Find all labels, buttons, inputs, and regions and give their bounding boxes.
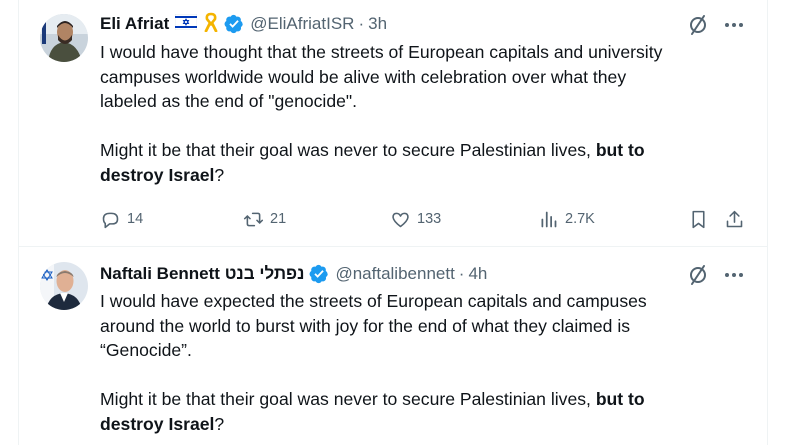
tweet-header: Eli Afriat @EliAfriatISR · 3h xyxy=(100,12,387,37)
more-icon[interactable] xyxy=(723,14,745,36)
tweet-text-bold: but to xyxy=(595,389,645,409)
avatar[interactable] xyxy=(40,14,88,62)
timeline-feed: Eli Afriat @EliAfriatISR · 3h I would ha… xyxy=(18,0,768,445)
tweet-text-segment: ? xyxy=(214,413,225,434)
tweet-text-line: labeled as the end of "genocide". xyxy=(100,91,358,111)
tweet-top-actions xyxy=(687,264,745,286)
like-count: 133 xyxy=(417,211,442,227)
tweet-text-line: I would have thought that the streets of… xyxy=(100,42,663,62)
like-icon xyxy=(392,212,409,227)
tweet-text-paragraph: Might it be that their goal was never to… xyxy=(100,138,740,163)
tweet-text: I would have thought that the streets of… xyxy=(100,40,740,187)
separator: · xyxy=(458,264,465,283)
tweet-text-bold: destroy Israel xyxy=(100,413,215,434)
avatar[interactable] xyxy=(40,262,88,310)
tweet-text-segment: Might it be that their goal was never to… xyxy=(100,140,596,160)
like-button[interactable]: 133 xyxy=(390,206,441,232)
tweet-top-actions xyxy=(687,14,745,36)
tweet-text-line: “Genocide”. xyxy=(100,340,192,360)
bookmark-button[interactable] xyxy=(688,206,715,232)
retweet-button[interactable]: 21 xyxy=(243,206,286,232)
share-button[interactable] xyxy=(724,206,751,232)
tweet-text-line: I would have expected the streets of Eur… xyxy=(100,291,647,311)
handle[interactable]: @EliAfriatISR xyxy=(250,14,354,34)
handle[interactable]: @naftalibennett xyxy=(335,264,454,284)
grok-icon[interactable] xyxy=(687,264,709,286)
tweet-actions: 14 21 133 2.7K xyxy=(100,206,760,232)
display-name[interactable]: Naftali Bennett נפתלי בנט xyxy=(100,264,304,284)
tweet-text-segment: Might it be that their goal was never to… xyxy=(100,389,596,409)
verified-badge-icon[interactable] xyxy=(309,264,329,284)
tweet-text-bold: destroy Israel xyxy=(100,164,215,185)
tweet-text-paragraph: destroy Israel? xyxy=(100,163,740,188)
tweet[interactable]: Eli Afriat @EliAfriatISR · 3h I would ha… xyxy=(19,0,767,247)
tweet[interactable]: Naftali Bennett נפתלי בנט @naftalibennet… xyxy=(19,248,767,445)
yellow-ribbon-emoji xyxy=(203,12,219,37)
tweet-text-segment: ? xyxy=(214,164,225,185)
tweet-text-paragraph: destroy Israel? xyxy=(100,412,740,437)
israel-flag-emoji xyxy=(175,13,198,35)
timestamp[interactable]: 4h xyxy=(468,264,487,284)
grok-icon[interactable] xyxy=(687,14,709,36)
views-count: 2.7K xyxy=(565,211,595,227)
tweet-text-paragraph: Might it be that their goal was never to… xyxy=(100,387,740,412)
bookmark-icon xyxy=(692,210,705,228)
reply-count: 14 xyxy=(127,211,144,227)
display-name[interactable]: Eli Afriat xyxy=(100,14,169,34)
reply-button[interactable]: 14 xyxy=(100,206,143,232)
retweet-count: 21 xyxy=(270,211,287,227)
tweet-text: I would have expected the streets of Eur… xyxy=(100,289,740,436)
separator: · xyxy=(358,14,365,33)
reply-icon xyxy=(102,212,119,228)
views-button[interactable]: 2.7K xyxy=(538,206,595,232)
tweet-text-bold: but to xyxy=(595,140,645,160)
timestamp[interactable]: 3h xyxy=(368,14,387,34)
tweet-text-line: around the world to burst with joy for t… xyxy=(100,315,631,336)
share-icon xyxy=(726,210,743,227)
tweet-header: Naftali Bennett נפתלי בנט @naftalibennet… xyxy=(100,263,487,285)
tweet-text-line: campuses worldwide would be alive with c… xyxy=(100,66,627,87)
verified-badge-icon[interactable] xyxy=(224,14,244,34)
retweet-icon xyxy=(243,212,264,226)
more-icon[interactable] xyxy=(723,264,745,286)
views-icon xyxy=(541,211,557,227)
